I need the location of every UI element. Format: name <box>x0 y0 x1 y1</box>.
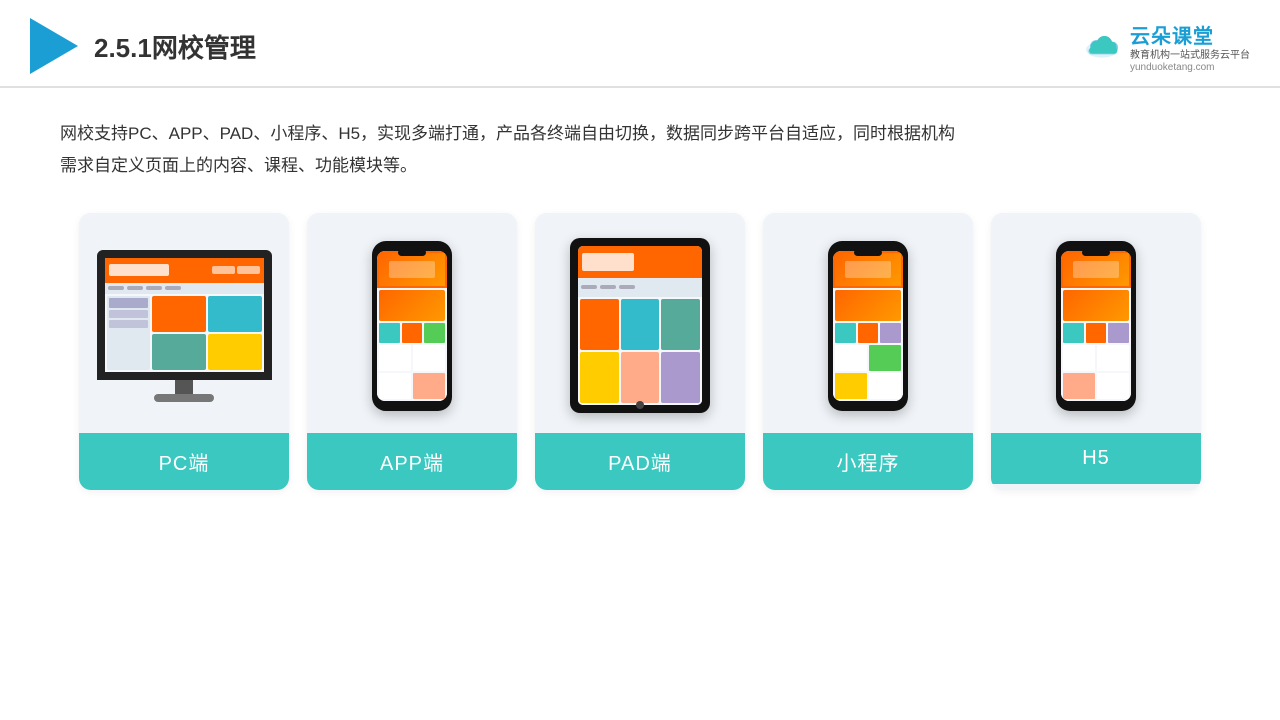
brand-url: yunduoketang.com <box>1130 62 1215 73</box>
tablet-icon <box>570 238 710 413</box>
card-pad-label: PAD端 <box>535 433 745 490</box>
phone-app-icon <box>372 241 452 411</box>
page-header: 2.5.1网校管理 云朵课堂 教育机构一站式服务云平台 yunduoketang… <box>0 0 1280 88</box>
card-miniapp-image <box>763 213 973 433</box>
brand-tagline: 教育机构一站式服务云平台 <box>1130 49 1250 62</box>
card-app-label: APP端 <box>307 433 517 490</box>
brand-text: 云朵课堂 教育机构一站式服务云平台 yunduoketang.com <box>1130 20 1250 73</box>
description-text: 网校支持PC、APP、PAD、小程序、H5，实现多端打通，产品各终端自由切换，数… <box>60 118 1220 183</box>
phone-miniapp-icon <box>828 241 908 411</box>
card-h5: H5 <box>991 213 1201 490</box>
logo-triangle-icon <box>30 18 78 74</box>
brand-name: 云朵课堂 <box>1130 20 1214 49</box>
card-pc: PC端 <box>79 213 289 490</box>
card-pc-image <box>79 213 289 433</box>
card-app: APP端 <box>307 213 517 490</box>
header-left: 2.5.1网校管理 <box>30 18 256 74</box>
page-title: 2.5.1网校管理 <box>94 28 256 65</box>
card-h5-image <box>991 213 1201 433</box>
main-content: 网校支持PC、APP、PAD、小程序、H5，实现多端打通，产品各终端自由切换，数… <box>0 88 1280 510</box>
pc-monitor-icon <box>97 250 272 402</box>
brand-logo-area: 云朵课堂 教育机构一站式服务云平台 yunduoketang.com <box>1082 20 1250 73</box>
cards-row: PC端 <box>60 213 1220 490</box>
card-h5-label: H5 <box>991 433 1201 484</box>
card-app-image <box>307 213 517 433</box>
phone-h5-icon <box>1056 241 1136 411</box>
cloud-icon <box>1082 32 1122 60</box>
card-pad-image <box>535 213 745 433</box>
card-pc-label: PC端 <box>79 433 289 490</box>
card-pad: PAD端 <box>535 213 745 490</box>
card-miniapp-label: 小程序 <box>763 433 973 490</box>
card-miniapp: 小程序 <box>763 213 973 490</box>
